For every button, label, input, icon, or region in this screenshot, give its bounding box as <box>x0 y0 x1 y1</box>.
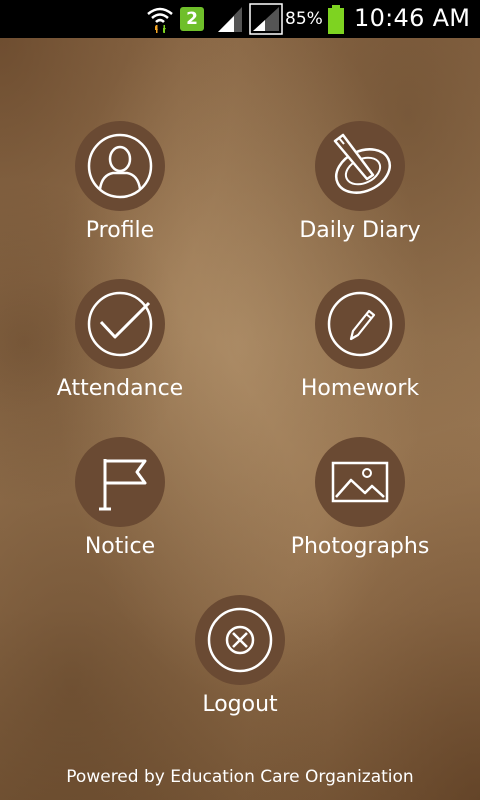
notification-badge: 2 <box>180 7 204 31</box>
profile-label: Profile <box>85 218 155 243</box>
pencil-icon <box>327 291 393 357</box>
signal-icon <box>218 7 242 32</box>
attendance-label: Attendance <box>56 376 184 401</box>
battery-icon <box>328 5 344 34</box>
profile-circle <box>75 121 165 211</box>
checkmark-icon <box>87 291 153 357</box>
clock: 10:46 AM <box>354 4 471 32</box>
attendance-circle <box>75 279 165 369</box>
status-bar: 2 85% 10:46 AM <box>0 0 480 38</box>
daily-diary-label: Daily Diary <box>299 218 421 243</box>
signal-icon <box>249 3 283 35</box>
homework-circle <box>315 279 405 369</box>
photographs-circle <box>315 437 405 527</box>
photographs-label: Photographs <box>290 534 430 559</box>
footer-text: Powered by Education Care Organization <box>66 767 414 787</box>
image-icon <box>331 461 389 503</box>
logout-circle <box>195 595 285 685</box>
battery-percent: 85% <box>285 9 323 29</box>
wifi-icon <box>147 7 173 33</box>
daily-diary-circle <box>315 121 405 211</box>
logout-label: Logout <box>202 692 278 717</box>
app-screen: Profile Daily Diary Attendance Homework … <box>0 38 480 800</box>
flag-icon <box>99 459 147 511</box>
close-icon <box>207 607 273 673</box>
homework-label: Homework <box>300 376 420 401</box>
notice-circle <box>75 437 165 527</box>
notice-label: Notice <box>84 534 156 559</box>
user-icon <box>87 133 153 199</box>
diary-pen-icon <box>333 133 391 194</box>
